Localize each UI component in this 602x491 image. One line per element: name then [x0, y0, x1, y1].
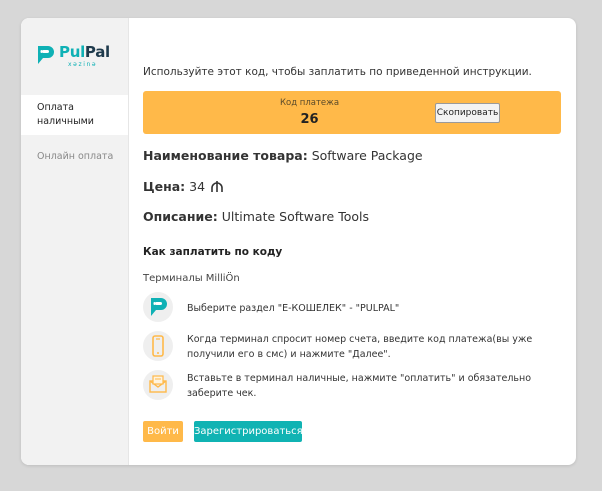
pulpal-logo-icon: [38, 46, 54, 64]
price-row: Цена: 34: [143, 179, 224, 194]
sidebar-item-label: Онлайн оплата: [37, 151, 114, 162]
phone-icon: [152, 335, 164, 357]
payment-card: PulPal xəzinə Оплата наличными Онлайн оп…: [21, 18, 576, 465]
login-button[interactable]: Войти: [143, 421, 183, 442]
manat-icon: [211, 181, 223, 192]
step-icon-phone: [143, 331, 173, 361]
price-label: Цена:: [143, 179, 186, 194]
sidebar-item-cash-payment[interactable]: Оплата наличными: [21, 95, 128, 135]
brand-subtitle: xəzinə: [68, 61, 98, 68]
sidebar-item-online-payment[interactable]: Онлайн оплата: [21, 150, 128, 164]
product-name-row: Наименование товара: Software Package: [143, 148, 423, 163]
register-button[interactable]: Зарегистрироваться: [194, 421, 303, 442]
product-name-label: Наименование товара:: [143, 148, 308, 163]
product-name-value: Software Package: [311, 148, 423, 163]
brand-name-part2: Pal: [84, 43, 110, 61]
step-icon-envelope: [143, 370, 173, 400]
payment-code-box: Код платежа 26 Скопировать: [143, 91, 561, 134]
terminals-title: Терминалы MilliÖn: [143, 273, 240, 284]
payment-code-label: Код платежа: [279, 98, 340, 108]
description-value: Ultimate Software Tools: [221, 209, 369, 224]
envelope-icon: [149, 375, 167, 393]
price-value: 34: [189, 179, 206, 194]
pulpal-logo: PulPal xəzinə: [35, 43, 125, 68]
intro-text: Используйте этот код, чтобы заплатить по…: [143, 66, 532, 78]
sidebar: PulPal xəzinə Оплата наличными Онлайн оп…: [21, 18, 129, 465]
payment-code-value: 26: [300, 112, 319, 127]
copy-button[interactable]: Скопировать: [435, 103, 500, 123]
step-text: Когда терминал спросит номер счета, введ…: [187, 334, 533, 360]
howto-title: Как заплатить по коду: [143, 246, 283, 258]
step-icon-pulpal: [143, 292, 173, 322]
brand-name: PulPal: [59, 43, 110, 61]
brand-name-part1: Pul: [59, 43, 85, 61]
pulpal-logo-icon: [151, 298, 167, 316]
sidebar-item-label: Оплата наличными: [37, 102, 94, 127]
step-text: Вставьте в терминал наличные, нажмите "о…: [187, 373, 532, 399]
description-row: Описание: Ultimate Software Tools: [143, 209, 369, 224]
step-text: Выберите раздел "E-КОШЕЛЕК" - "PULPAL": [187, 303, 400, 314]
description-label: Описание:: [143, 209, 218, 224]
